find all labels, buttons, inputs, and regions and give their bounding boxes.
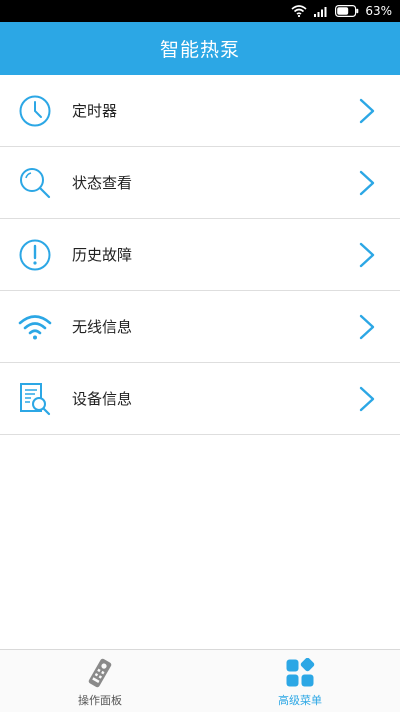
remote-control-icon xyxy=(88,658,112,688)
chevron-right-icon xyxy=(359,242,375,267)
menu-item-label: 定时器 xyxy=(72,102,118,120)
menu-item-label: 设备信息 xyxy=(72,390,133,408)
tab-label: 操作面板 xyxy=(78,694,122,707)
alert-icon xyxy=(19,239,51,270)
grid-menu-icon xyxy=(286,658,315,687)
bottom-navigation: 操作面板 高级菜单 xyxy=(0,649,400,712)
menu-item-timer[interactable]: 定时器 xyxy=(0,75,400,147)
battery-level: 63% xyxy=(365,4,392,18)
menu-item-label: 无线信息 xyxy=(72,318,133,336)
menu-item-label: 状态查看 xyxy=(72,174,133,192)
chevron-right-icon xyxy=(359,386,375,411)
tab-control-panel[interactable]: 操作面板 xyxy=(0,650,200,712)
menu-item-device-info[interactable]: 设备信息 xyxy=(0,363,400,435)
document-search-icon xyxy=(20,382,51,415)
search-icon xyxy=(20,167,51,198)
clock-icon xyxy=(19,95,51,126)
tab-label: 高级菜单 xyxy=(278,694,322,707)
wifi-icon xyxy=(18,314,52,339)
signal-icon xyxy=(314,7,327,17)
menu-list: 定时器 状态查看 历史故障 无线信息 设备信息 xyxy=(0,75,400,435)
chevron-right-icon xyxy=(359,170,375,195)
status-bar: 63% xyxy=(0,0,400,22)
wifi-status-icon xyxy=(291,5,307,17)
menu-item-fault-history[interactable]: 历史故障 xyxy=(0,219,400,291)
app-header: 智能热泵 xyxy=(0,22,400,75)
chevron-right-icon xyxy=(359,314,375,339)
battery-icon xyxy=(335,5,359,17)
menu-item-wireless-info[interactable]: 无线信息 xyxy=(0,291,400,363)
menu-item-status[interactable]: 状态查看 xyxy=(0,147,400,219)
tab-advanced-menu[interactable]: 高级菜单 xyxy=(200,650,400,712)
menu-item-label: 历史故障 xyxy=(72,246,133,264)
chevron-right-icon xyxy=(359,98,375,123)
page-title: 智能热泵 xyxy=(159,39,240,61)
